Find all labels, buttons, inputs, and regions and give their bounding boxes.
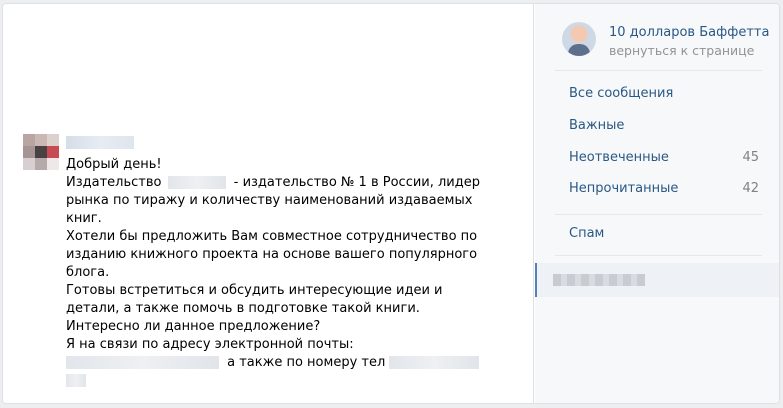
messages-sidebar: 10 долларов Баффетта вернуться к страниц… [535, 4, 779, 403]
message-line: книг. [66, 211, 102, 226]
sidebar-divider [555, 70, 762, 71]
nav-item-label: Спам [569, 226, 605, 241]
sidebar-divider [555, 214, 762, 215]
message-line-text: - издательство № 1 в России, лидер [233, 175, 480, 190]
unread-count: 42 [742, 181, 759, 196]
phone-redacted [389, 356, 480, 369]
message-line: Хотели бы предложить Вам совместное сотр… [66, 229, 478, 244]
selected-conversation[interactable] [535, 263, 779, 297]
message-pane: Добрый день! Издательство - издательство… [3, 4, 534, 403]
message-body: Добрый день! Издательство - издательство… [66, 156, 486, 390]
nav-item-label: Неотвеченные [569, 150, 669, 165]
conversation-name-redacted [553, 274, 645, 286]
messages-window: Добрый день! Издательство - издательство… [2, 3, 780, 404]
message-line: а также по номеру тел [66, 354, 486, 372]
email-redacted[interactable] [66, 356, 219, 369]
nav-item-spam[interactable]: Спам [535, 219, 779, 249]
nav-item-unanswered[interactable]: Неотвеченные 45 [535, 143, 779, 173]
message-line: Готовы встретиться и обсудить интересующ… [66, 283, 443, 298]
message-line: Интересно ли данное предложение? [66, 319, 321, 334]
publisher-name-redacted [167, 176, 226, 189]
nav-item-unread[interactable]: Непрочитанные 42 [535, 174, 779, 204]
message-line [66, 372, 486, 390]
nav-item-label: Важные [569, 118, 625, 133]
community-avatar[interactable] [562, 22, 596, 56]
sender-avatar[interactable] [23, 134, 59, 170]
message-line-text: Издательство [66, 175, 162, 190]
nav-item-important[interactable]: Важные [535, 111, 779, 141]
message-line: блога. [66, 265, 110, 280]
unanswered-count: 45 [742, 150, 759, 165]
message-line: Добрый день! [66, 157, 162, 172]
sidebar-divider [555, 255, 762, 256]
nav-item-label: Все сообщения [569, 86, 674, 101]
message-line: детали, а также помочь в подготовке тако… [66, 301, 420, 316]
sender-name-redacted[interactable] [66, 136, 134, 149]
back-to-page-link[interactable]: вернуться к странице [609, 43, 754, 58]
nav-item-label: Непрочитанные [569, 181, 679, 196]
phone-redacted-continuation [66, 374, 86, 387]
message-line: изданию книжного проекта на основе вашег… [66, 247, 478, 262]
message-line: Я на связи по адресу электронной почты: [66, 337, 354, 352]
message-line-text: а также по номеру тел [227, 355, 386, 370]
nav-item-all-messages[interactable]: Все сообщения [535, 79, 779, 109]
message-line: Издательство - издательство № 1 в России… [66, 174, 486, 192]
message-line: рынка по тиражу и количеству наименовани… [66, 193, 473, 208]
community-name-link[interactable]: 10 долларов Баффетта [609, 25, 769, 40]
